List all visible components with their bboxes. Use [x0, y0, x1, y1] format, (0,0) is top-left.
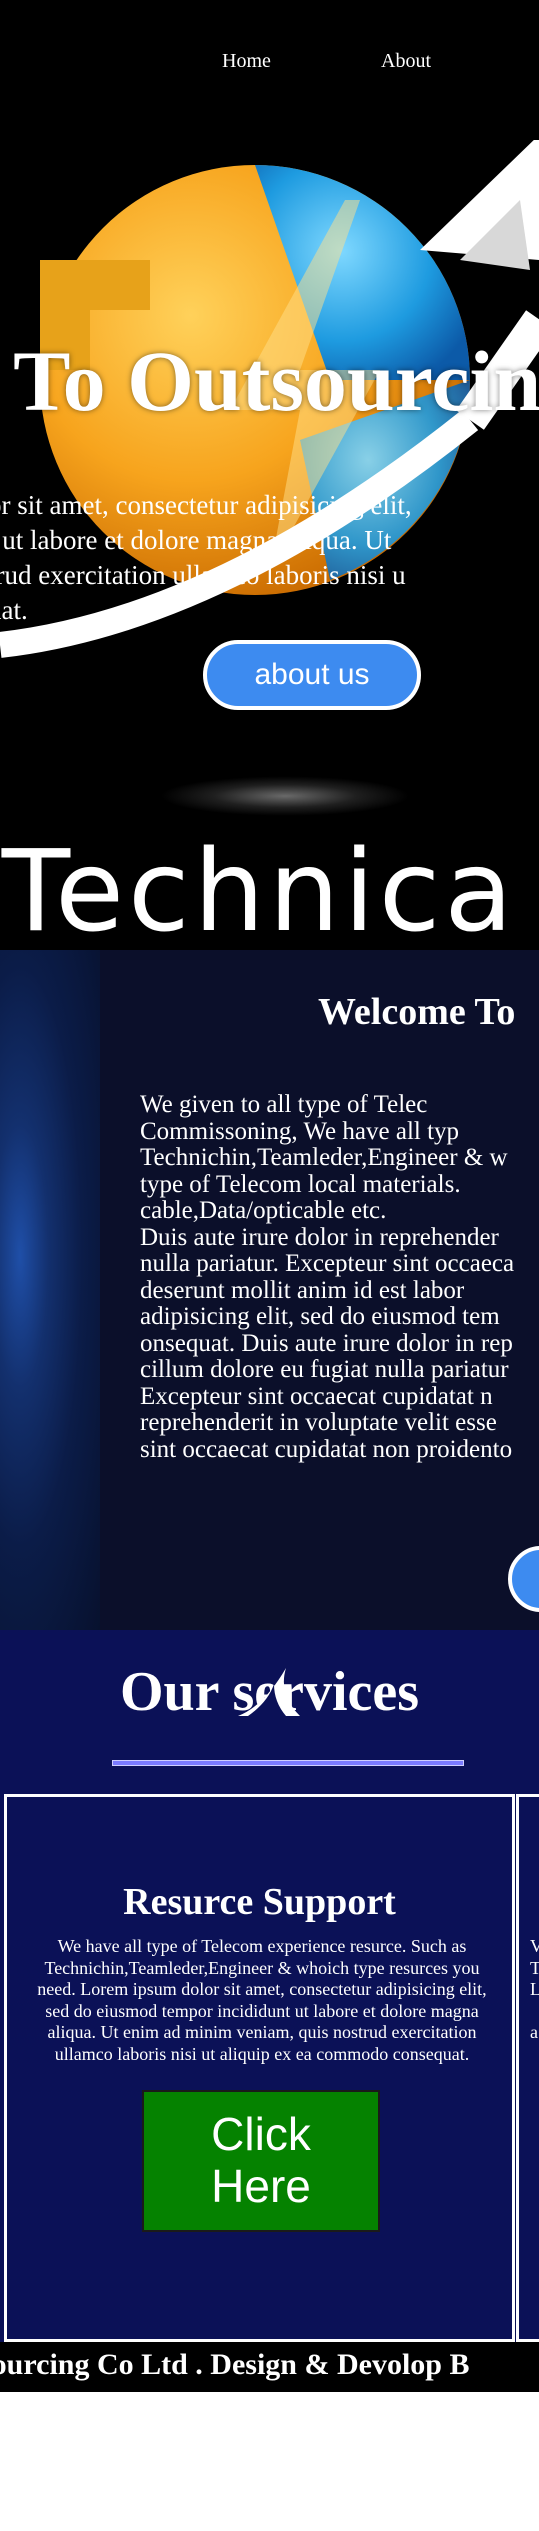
welcome-text-line: cillum dolore eu fugiat nulla pariatur — [140, 1356, 509, 1383]
service-card-2-text-line: L — [530, 1979, 539, 1999]
service-card-2-text: V T L a — [530, 1936, 539, 2044]
click-here-line1: Click — [211, 2108, 311, 2160]
top-nav: Home About — [0, 50, 539, 80]
hero-text: or sit amet, consectetur adipisicing eli… — [0, 488, 539, 628]
shadow-decoration — [160, 776, 410, 816]
welcome-text-line: sint occaecat cupidatat non proidento — [140, 1435, 513, 1463]
welcome-text-line: Duis aute irure dolor in reprehender — [140, 1223, 499, 1251]
welcome-image — [0, 950, 100, 1630]
service-card-2 — [516, 1794, 539, 2342]
service-card-2-text-line: T — [530, 1957, 539, 1978]
nav-home-link[interactable]: Home — [222, 50, 271, 73]
service-card-text-line: need. Lorem ipsum dolor sit amet, consec… — [37, 1979, 487, 1999]
hero-title: e To Outsourcing — [0, 333, 539, 429]
hero-text-line: trud exercitation ullamco laboris nisi u — [0, 560, 406, 590]
hero-text-line: uat. — [0, 595, 28, 625]
nav-about-link[interactable]: About — [381, 50, 431, 73]
service-card-text-line: aliqua. Ut enim ad minim veniam, quis no… — [47, 2022, 477, 2042]
welcome-text-line: Technichin,Teamleder,Engineer & w — [140, 1144, 508, 1171]
services-divider — [112, 1760, 464, 1766]
brand-banner: :Technica — [0, 836, 517, 948]
welcome-text-line: deserunt mollit anim id est labor — [140, 1276, 465, 1304]
hero-text-line: or sit amet, consectetur adipisicing eli… — [0, 490, 412, 520]
about-us-button[interactable]: about us — [203, 640, 421, 710]
welcome-text-line: nulla pariatur. Excepteur sint occaeca — [140, 1250, 515, 1277]
service-card-2-text-line: V — [530, 1936, 539, 1956]
welcome-text-line: We given to all type of Telec — [140, 1091, 428, 1118]
click-here-line2: Here — [211, 2160, 311, 2212]
welcome-text-line: adipisicing elit, sed do eiusmod tem — [140, 1303, 500, 1330]
shark-fin-icon — [238, 1668, 300, 1716]
brand-text: Technica — [1, 827, 517, 950]
welcome-text-line: cable,Data/opticable etc. — [140, 1197, 387, 1224]
service-card-2-text-line: a — [530, 2022, 538, 2042]
welcome-text-line: type of Telecom local materials. — [140, 1170, 461, 1198]
service-card-text-line: sed do eiusmod tempor incididunt ut labo… — [45, 2000, 479, 2021]
welcome-text: We given to all type of Telec Commissoni… — [140, 1091, 539, 1463]
welcome-text-line: reprehenderit in voluptate velit esse — [140, 1409, 497, 1436]
welcome-text-line: Commissoning, We have all typ — [140, 1117, 460, 1145]
welcome-text-line: Excepteur sint occaecat cupidatat n — [140, 1382, 493, 1410]
hero-text-line: t ut labore et dolore magna aliqua. Ut — [0, 525, 392, 555]
footer-copyright: tsourcing Co Ltd . Design & Devolop B — [0, 2348, 470, 2381]
service-card-2-text-line — [530, 2001, 539, 2023]
service-card-text-line: We have all type of Telecom experience r… — [57, 1936, 467, 1956]
footer: tsourcing Co Ltd . Design & Devolop B — [0, 2342, 539, 2392]
welcome-title: Welcome To — [318, 991, 516, 1033]
service-card-text: We have all type of Telecom experience r… — [22, 1936, 502, 2065]
welcome-text-line: onsequat. Duis aute irure dolor in rep — [140, 1329, 513, 1357]
hero-section: Home About e To Outsourcing or sit amet,… — [0, 0, 539, 950]
service-card-text-line: Technichin,Teamleder,Engineer & whoich t… — [44, 1957, 480, 1978]
service-card-title: Resurce Support — [123, 1881, 396, 1923]
service-card — [4, 1794, 515, 2342]
welcome-section: Welcome To We given to all type of Telec… — [0, 950, 539, 1630]
click-here-button[interactable]: Click Here — [142, 2090, 380, 2232]
services-section: Our services Resurce Support We have all… — [0, 1630, 539, 2350]
service-card-text-line: ullamco laboris nisi ut aliquip ex ea co… — [54, 2043, 470, 2064]
